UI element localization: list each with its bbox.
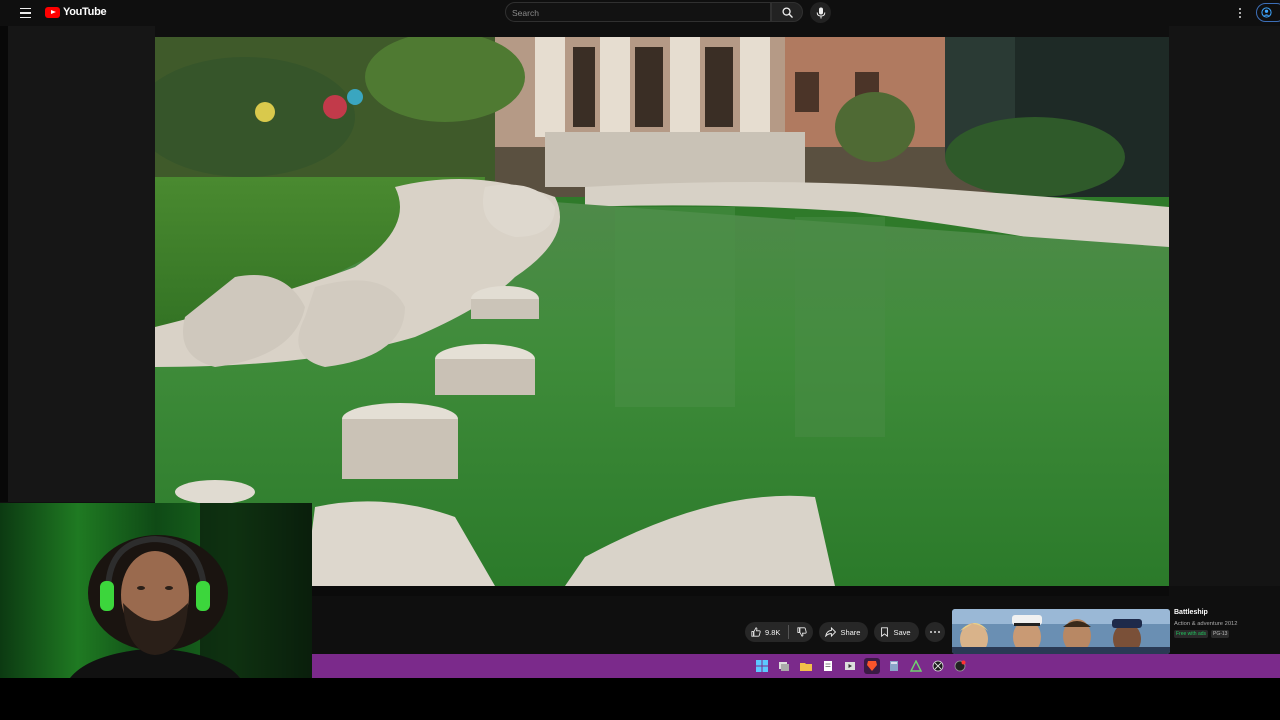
- search-button[interactable]: [771, 2, 803, 22]
- like-divider: [788, 625, 790, 639]
- record-icon[interactable]: [952, 658, 968, 674]
- search-box[interactable]: [505, 2, 771, 23]
- file-explorer-icon[interactable]: [798, 658, 814, 674]
- share-button[interactable]: Share: [819, 622, 869, 642]
- task-view-icon[interactable]: [776, 658, 792, 674]
- share-arrow-icon: [825, 627, 837, 637]
- webcam-feed: [0, 503, 312, 678]
- ad-thumbnail[interactable]: [952, 609, 1170, 654]
- movie-poster-image: [952, 609, 1170, 654]
- calculator-icon[interactable]: [886, 658, 902, 674]
- youtube-logo[interactable]: YouTube: [45, 6, 107, 18]
- windows-start-icon[interactable]: [754, 658, 770, 674]
- kebab-icon-dot: [1239, 16, 1241, 18]
- thumbs-down-icon[interactable]: [797, 627, 808, 637]
- voice-search-button[interactable]: [810, 2, 831, 23]
- ad-subtitle: Action & adventure 2012: [1174, 621, 1238, 627]
- taskbar-icons: [754, 658, 968, 674]
- thumbs-up-icon[interactable]: [751, 627, 761, 637]
- more-horizontal-icon-dot: [933, 631, 936, 633]
- logo-text: YouTube: [63, 6, 107, 18]
- bookmark-icon: [881, 627, 889, 637]
- like-dislike-group: 9.8K: [745, 622, 814, 642]
- ad-badges: Free with ads PG-13: [1174, 630, 1230, 638]
- ad-title[interactable]: Battleship: [1174, 609, 1208, 616]
- bottom-letterbox: [0, 678, 1280, 720]
- xbox-icon[interactable]: [930, 658, 946, 674]
- menu-button[interactable]: [20, 5, 36, 21]
- player-controls-strip: [312, 586, 1169, 596]
- search-input[interactable]: [506, 3, 754, 23]
- share-label: Share: [840, 627, 861, 637]
- save-label: Save: [893, 627, 911, 637]
- like-count[interactable]: 9.8K: [765, 628, 780, 637]
- more-actions-button[interactable]: [924, 622, 945, 642]
- more-horizontal-icon-dot: [937, 631, 940, 633]
- rating-badge: PG-13: [1211, 630, 1230, 638]
- app-triangle-icon[interactable]: [908, 658, 924, 674]
- sign-in-button[interactable]: [1256, 3, 1280, 22]
- microphone-icon: [816, 7, 825, 18]
- hamburger-icon: [20, 7, 31, 10]
- account-circle-icon: [1261, 7, 1272, 18]
- right-panel: [1169, 26, 1280, 586]
- left-panel: [8, 26, 155, 502]
- left-edge: [0, 26, 8, 502]
- settings-kebab-button[interactable]: [1236, 6, 1244, 20]
- save-button[interactable]: Save: [874, 622, 919, 642]
- media-player-icon[interactable]: [842, 658, 858, 674]
- webcam-overlay: [0, 503, 312, 678]
- kebab-icon-dot: [1239, 12, 1241, 14]
- notepad-icon[interactable]: [820, 658, 836, 674]
- brave-browser-icon[interactable]: [864, 658, 880, 674]
- search-icon: [781, 6, 793, 18]
- free-with-ads-badge: Free with ads: [1174, 630, 1209, 638]
- kebab-icon: [1239, 8, 1241, 10]
- hamburger-icon-line: [20, 16, 31, 19]
- video-actions: 9.8K Share Save: [745, 622, 945, 642]
- more-horizontal-icon: [929, 631, 932, 633]
- hamburger-icon-line: [20, 12, 31, 14]
- youtube-play-icon: [45, 6, 60, 18]
